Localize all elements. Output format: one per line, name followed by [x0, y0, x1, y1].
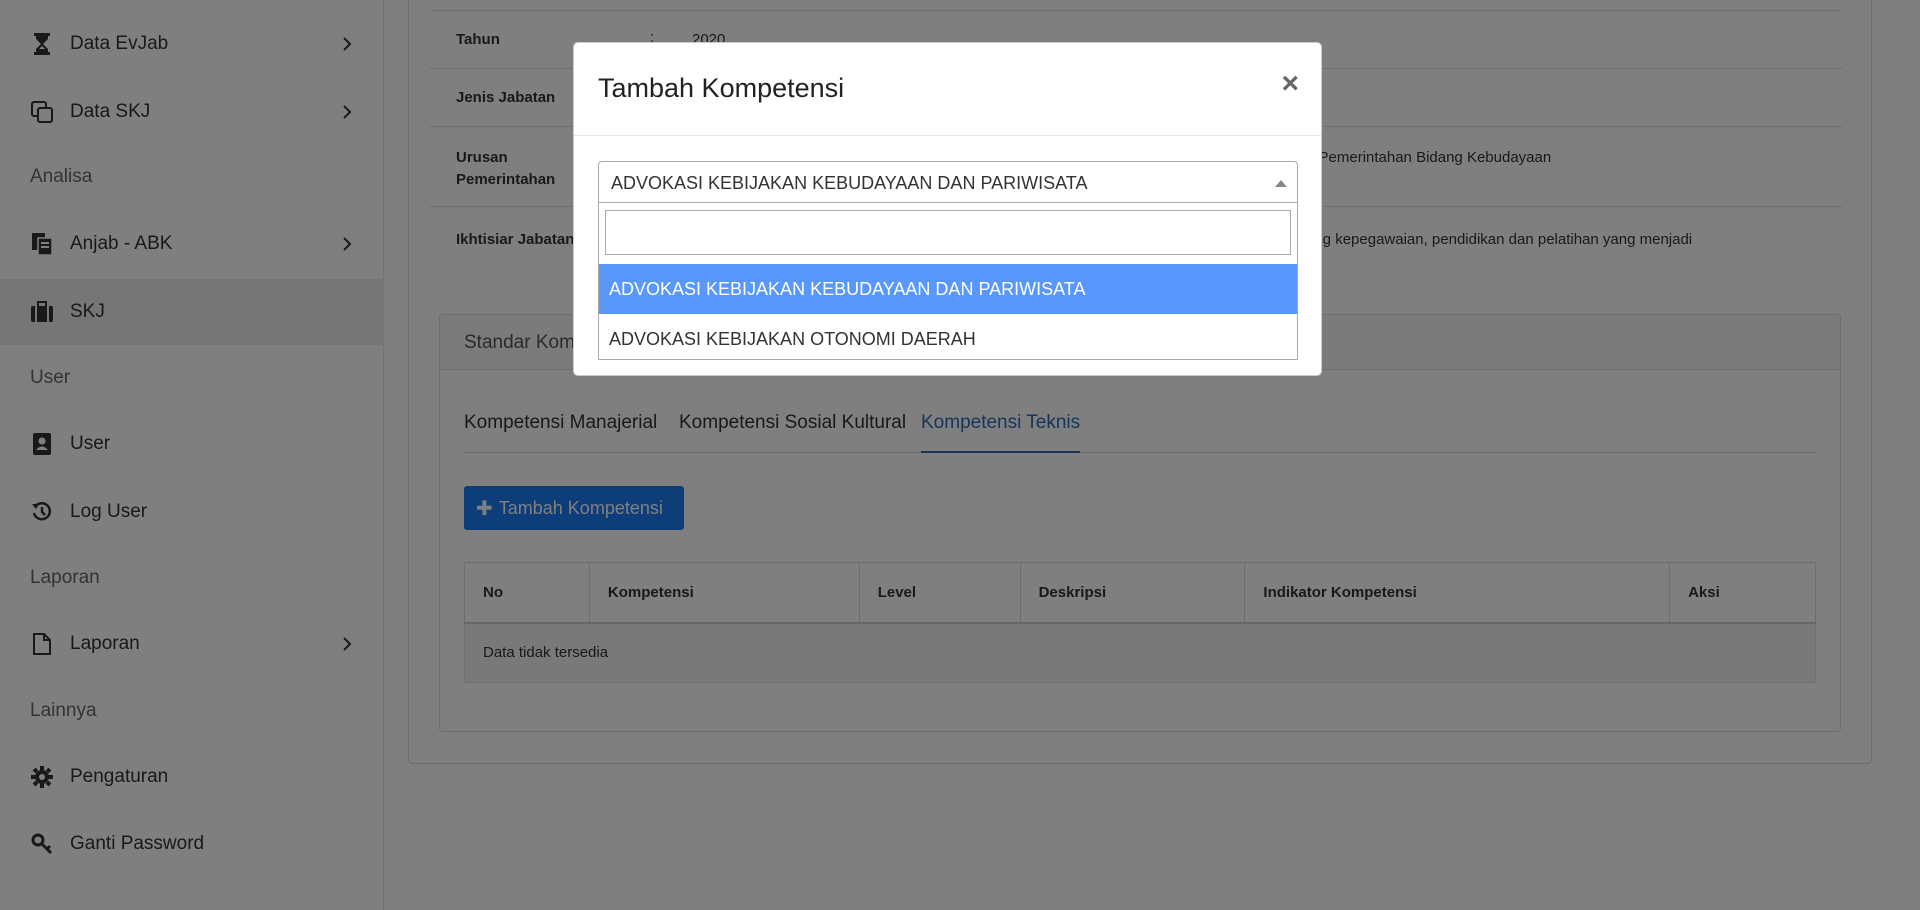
tambah-kompetensi-modal: Tambah Kompetensi × ADVOKASI KEBIJAKAN K…: [573, 42, 1322, 376]
close-icon[interactable]: ×: [1281, 69, 1299, 99]
dropdown-option[interactable]: ADVOKASI KEBIJAKAN KEBUDAYAAN DAN PARIWI…: [599, 264, 1297, 314]
select-value: ADVOKASI KEBIJAKAN KEBUDAYAAN DAN PARIWI…: [611, 173, 1088, 193]
modal-title: Tambah Kompetensi: [598, 73, 845, 103]
kompetensi-dropdown: ADVOKASI KEBIJAKAN KEBUDAYAAN DAN PARIWI…: [598, 203, 1298, 360]
kompetensi-select[interactable]: ADVOKASI KEBIJAKAN KEBUDAYAAN DAN PARIWI…: [598, 161, 1298, 203]
dropdown-search-input[interactable]: [605, 210, 1291, 255]
dropdown-option[interactable]: ADVOKASI KEBIJAKAN OTONOMI DAERAH: [599, 314, 1297, 364]
caret-up-icon: [1275, 180, 1287, 187]
modal-header: Tambah Kompetensi ×: [574, 43, 1321, 136]
